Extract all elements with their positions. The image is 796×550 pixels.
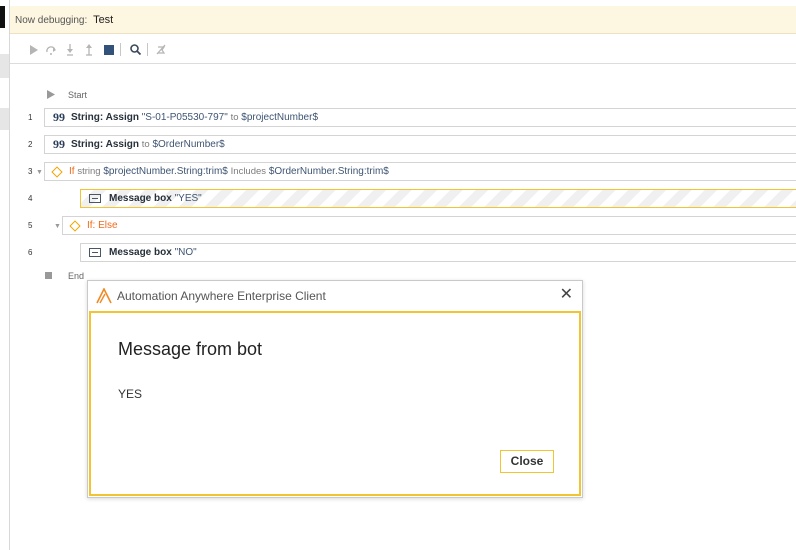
action-value: "S-01-P05530-797"	[141, 112, 228, 123]
action-row-2[interactable]: 99 String: Assign to $OrderNumber$	[44, 135, 796, 154]
search-icon[interactable]	[127, 35, 143, 64]
action-name: String: Assign	[71, 112, 139, 123]
toolbar-divider	[147, 43, 148, 56]
debug-status-label: Now debugging:	[15, 15, 88, 26]
condition-operator: Includes	[230, 166, 267, 177]
debug-toolbar	[10, 35, 796, 64]
if-keyword: If	[69, 166, 75, 177]
step-over-icon[interactable]	[43, 35, 59, 64]
line-number: 1	[28, 113, 33, 122]
dialog-title: Automation Anywhere Enterprise Client	[117, 289, 326, 303]
end-stop-icon	[45, 272, 52, 279]
disable-breakpoints-icon[interactable]	[153, 35, 169, 64]
action-row-5[interactable]: If: Else	[62, 216, 796, 235]
action-name: Message box	[109, 247, 172, 258]
automation-anywhere-logo-icon	[96, 288, 112, 304]
action-value: "YES"	[174, 193, 202, 204]
panel-tab[interactable]	[0, 54, 9, 78]
debug-status-bar: Now debugging: Test	[10, 6, 796, 34]
string-assign-icon: 99	[53, 137, 65, 151]
action-row-6[interactable]: Message box "NO"	[80, 243, 796, 262]
variable-name: $projectNumber$	[241, 112, 319, 123]
dialog-heading: Message from bot	[118, 339, 263, 359]
else-diamond-icon	[69, 219, 81, 232]
end-label: End	[68, 271, 85, 281]
step-out-icon[interactable]	[81, 35, 97, 64]
close-icon[interactable]: ✕	[560, 286, 573, 304]
left-panel-strip	[0, 0, 14, 550]
start-play-icon	[47, 90, 55, 99]
string-assign-icon: 99	[53, 110, 65, 124]
action-row-3[interactable]: If string $projectNumber.String:trim$ In…	[44, 162, 796, 181]
toolbar-divider	[120, 43, 121, 56]
dialog-body: Message from bot YES Close	[89, 311, 581, 496]
action-name: String: Assign	[71, 139, 139, 150]
line-number: 2	[28, 140, 33, 149]
collapse-caret-icon[interactable]: ▼	[36, 169, 43, 176]
stop-icon[interactable]	[101, 35, 117, 64]
close-button[interactable]: Close	[500, 450, 554, 473]
message-box-icon	[89, 194, 101, 203]
action-row-4-current[interactable]: Message box "YES"	[80, 189, 796, 208]
keyword-to: to	[230, 112, 239, 123]
debug-task-name: Test	[93, 14, 114, 26]
action-row-1[interactable]: 99 String: Assign "S-01-P05530-797" to $…	[44, 108, 796, 127]
type-keyword: string	[77, 166, 101, 177]
keyword-to: to	[141, 139, 150, 150]
run-icon[interactable]	[25, 35, 41, 64]
start-label: Start	[68, 90, 88, 100]
variable-name: $OrderNumber$	[152, 139, 225, 150]
if-diamond-icon	[51, 165, 63, 178]
panel-tab[interactable]	[0, 108, 9, 130]
line-number: 6	[28, 248, 33, 257]
condition-left: $projectNumber.String:trim$	[103, 166, 228, 177]
condition-right: $OrderNumber.String:trim$	[268, 166, 389, 177]
dialog-title-bar[interactable]: Automation Anywhere Enterprise Client ✕	[88, 281, 582, 311]
line-number: 4	[28, 194, 33, 203]
line-number: 5	[28, 221, 33, 230]
action-name: Message box	[109, 193, 172, 204]
panel-marker	[0, 6, 5, 28]
step-into-icon[interactable]	[62, 35, 78, 64]
else-keyword: If: Else	[87, 220, 118, 231]
collapse-caret-icon[interactable]: ▼	[54, 223, 61, 230]
dialog-message: YES	[118, 387, 143, 401]
message-dialog: Automation Anywhere Enterprise Client ✕ …	[87, 280, 583, 498]
action-value: "NO"	[174, 247, 197, 258]
message-box-icon	[89, 248, 101, 257]
